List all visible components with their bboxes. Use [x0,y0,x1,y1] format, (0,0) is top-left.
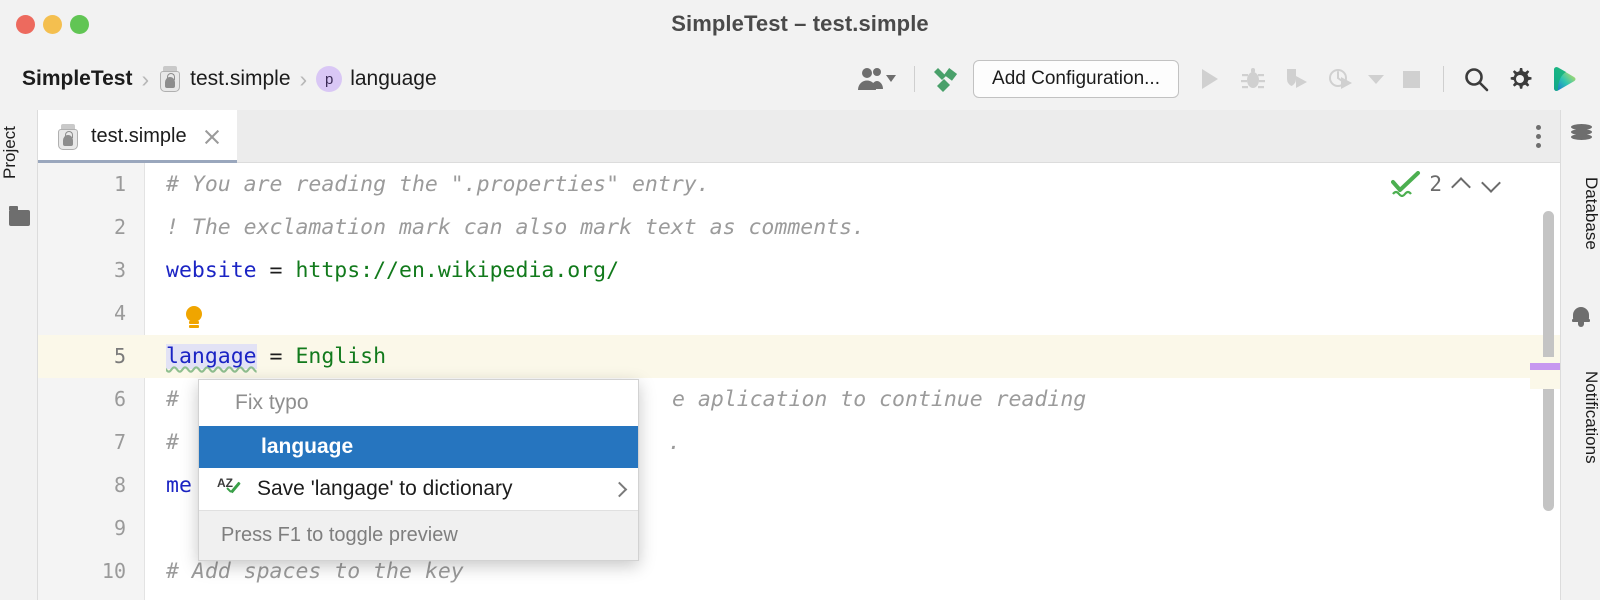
breadcrumb-root[interactable]: SimpleTest [22,67,132,91]
close-icon[interactable] [202,127,222,147]
search-everywhere-button[interactable] [1454,57,1498,101]
typo-word-langage[interactable]: langage [166,344,257,369]
editor-line-4: 4 [38,292,1560,335]
editor-line-3: 3 website = https://en.wikipedia.org/ [38,249,1560,292]
next-problem-button[interactable] [1480,173,1502,195]
line-number: 8 [113,473,126,497]
line-number: 9 [113,516,126,540]
database-cylinder-icon[interactable] [1571,124,1592,141]
inspection-widget: 2 [1391,171,1502,197]
popup-item-save-to-dictionary[interactable]: AZ Save 'langage' to dictionary [199,468,638,510]
breadcrumb-separator-icon: › [141,65,150,92]
run-with-coverage-button[interactable] [1275,57,1319,101]
line-number: 1 [113,172,126,196]
previous-problem-button[interactable] [1450,173,1472,195]
equals-sign: = [256,258,296,283]
popup-title: Fix typo [199,380,638,426]
line-content: # You are reading the ".properties" entr… [166,172,710,197]
toolbar-divider [914,66,916,92]
breadcrumb-item-file[interactable]: test.simple [158,66,291,92]
properties-file-icon [158,66,182,92]
inspection-count: 2 [1429,172,1442,196]
editor-tab-test-simple[interactable]: test.simple [38,110,237,163]
popup-item-label: language [261,435,354,458]
sidebar-item-database[interactable]: Database [1561,148,1600,278]
property-key: website [166,258,257,283]
line-content-tail: . [668,430,681,455]
breadcrumb-separator-icon-2: › [299,65,308,92]
toolbar-divider-2 [1443,66,1444,92]
tab-options-menu[interactable] [1516,110,1560,162]
breadcrumb: SimpleTest › test.simple › p language [22,66,437,93]
line-number: 4 [113,301,126,325]
property-value: English [295,344,387,369]
property-value: https://en.wikipedia.org/ [295,258,620,283]
line-number: 2 [113,215,126,239]
bell-icon[interactable] [1572,306,1590,327]
toolbar-actions: Add Configuration... [848,57,1600,101]
spellcheck-ok-icon [1391,171,1421,197]
chevron-right-icon[interactable] [612,480,626,498]
ide-assistant-button[interactable] [1542,57,1586,101]
breadcrumb-item-key-label: language [350,67,437,90]
properties-file-icon [56,123,80,150]
right-tool-window-bar: Database Notifications [1560,110,1600,600]
editor-line-5: 5 langage = English [38,335,1560,378]
intention-bulb-icon[interactable] [184,306,204,330]
sidebar-item-project[interactable]: Project [0,126,38,196]
build-project-button[interactable] [925,57,969,101]
spellcheck-dictionary-icon: AZ [217,476,247,502]
highlighted-line-marker-band [1530,357,1560,389]
line-content: langage = English [166,335,1560,378]
line-content-tail: e aplication to continue reading [672,378,1560,421]
equals-sign: = [256,344,296,369]
tail-fragment: e aplication to continue reading [672,387,1087,412]
editor-tab-label: test.simple [91,125,187,147]
title-bar: SimpleTest – test.simple [0,0,1600,48]
left-tool-window-bar: Project [0,110,38,600]
popup-item-label: Save 'langage' to dictionary [257,477,513,500]
user-avatar-dropdown[interactable] [848,57,904,101]
popup-footer-hint: Press F1 to toggle preview [199,510,638,560]
sidebar-item-notifications[interactable]: Notifications [1561,332,1600,502]
add-configuration-button[interactable]: Add Configuration... [973,60,1179,98]
breadcrumb-item-file-label: test.simple [190,67,291,90]
debug-button[interactable] [1231,57,1275,101]
breadcrumb-item-key[interactable]: p language [316,66,437,92]
folder-icon[interactable] [9,206,30,226]
profiler-button[interactable] [1319,57,1363,101]
line-number: 5 [113,344,126,368]
settings-button[interactable] [1498,57,1542,101]
property-key-badge: p [316,66,343,92]
window-title: SimpleTest – test.simple [671,11,929,36]
line-content: website = https://en.wikipedia.org/ [166,249,1560,292]
editor-scrollbar[interactable] [1543,211,1554,596]
fix-typo-popup: Fix typo language AZ Save 'langage' to d… [198,379,639,561]
ide-window: SimpleTest – test.simple SimpleTest › te… [0,0,1600,600]
line-number: 7 [113,430,126,454]
editor-line-1: 1 # You are reading the ".properties" en… [38,163,1560,206]
line-content: ! The exclamation mark can also mark tex… [166,215,865,240]
more-vertical-icon [1535,124,1541,148]
stop-button[interactable] [1389,57,1433,101]
line-number: 6 [113,387,126,411]
line-number: 10 [101,559,126,583]
popup-item-language[interactable]: language [199,426,638,468]
run-configuration-dropdown[interactable] [1363,57,1389,101]
scrollbar-error-marker[interactable] [1530,363,1560,370]
editor-line-2: 2 ! The exclamation mark can also mark t… [38,206,1560,249]
line-number: 3 [113,258,126,282]
editor-tab-bar: test.simple [38,110,1560,163]
run-button[interactable] [1187,57,1231,101]
main-toolbar: SimpleTest › test.simple › p language Ad… [0,48,1600,110]
